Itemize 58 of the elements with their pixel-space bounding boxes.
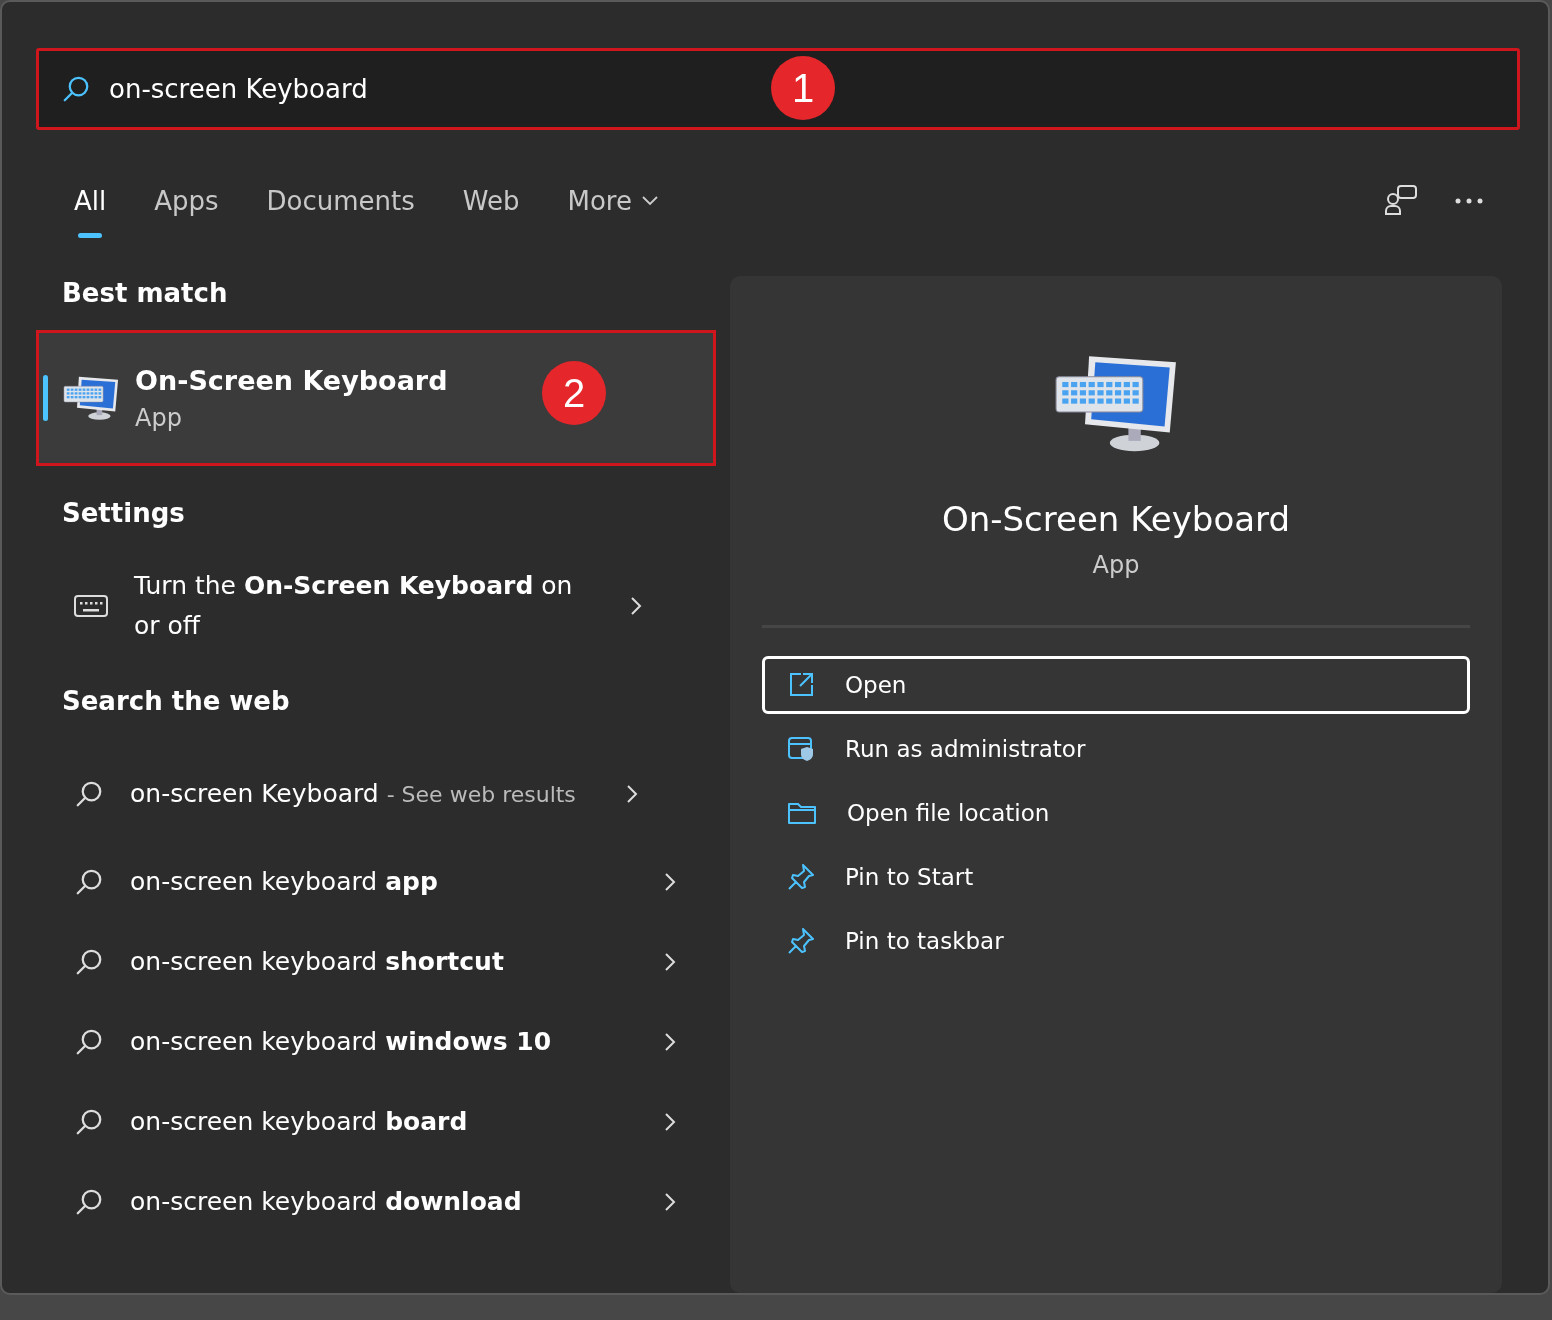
chevron-right-icon (664, 872, 676, 892)
chevron-right-icon (664, 952, 676, 972)
search-icon (74, 867, 104, 897)
search-icon (74, 779, 104, 809)
chevron-right-icon (664, 1112, 676, 1132)
action-item[interactable]: Open file location (762, 784, 1470, 843)
chevron-right-icon (664, 1192, 676, 1212)
best-match-item[interactable]: On-Screen Keyboard App 2 (36, 330, 716, 466)
web-result[interactable]: on-screen Keyboard - See web results (36, 746, 716, 842)
search-icon (61, 74, 91, 104)
action-item[interactable]: Run as administrator (762, 720, 1470, 779)
search-icon (74, 1107, 104, 1137)
result-text: on-screen Keyboard - See web results (130, 777, 577, 810)
filter-tab[interactable]: More (567, 178, 658, 238)
action-item[interactable]: Open (762, 656, 1470, 715)
result-text: on-screen keyboard app (130, 866, 439, 898)
result-text: Turn the On-Screen Keyboard on or off (134, 570, 574, 642)
web-result[interactable]: on-screen keyboard board (36, 1082, 716, 1162)
chat-bubbles-icon[interactable] (1384, 184, 1418, 218)
result-text: on-screen keyboard board (130, 1106, 469, 1138)
result-text: on-screen keyboard download (130, 1186, 523, 1218)
pin-icon (787, 927, 815, 956)
result-text: on-screen keyboard shortcut (130, 946, 505, 978)
step-number-badge: 2 (542, 361, 606, 425)
settings-result[interactable]: Turn the On-Screen Keyboard on or off (36, 558, 716, 654)
web-result[interactable]: on-screen keyboard download (36, 1162, 716, 1242)
filter-tab[interactable]: Documents (266, 178, 415, 238)
chevron-right-icon (630, 596, 642, 616)
more-options-icon[interactable] (1454, 197, 1484, 205)
web-result[interactable]: on-screen keyboard app (36, 842, 716, 922)
section-heading: Best match (62, 278, 229, 310)
keyboard-monitor-icon (63, 374, 119, 422)
keyboard-icon (74, 594, 108, 618)
action-item[interactable]: Pin to Start (762, 848, 1470, 907)
section-heading: Search the web (62, 686, 291, 718)
chevron-down-icon (642, 196, 658, 206)
shield-window-icon (787, 735, 815, 764)
app-title: On-Screen Keyboard (941, 499, 1291, 540)
search-icon (74, 1027, 104, 1057)
search-icon (74, 1187, 104, 1217)
web-result[interactable]: on-screen keyboard windows 10 (36, 1002, 716, 1082)
section-heading: Settings (62, 498, 186, 530)
app-title: On-Screen Keyboard (135, 364, 448, 396)
search-input[interactable]: on-screen Keyboard (109, 74, 709, 104)
web-result[interactable]: on-screen keyboard shortcut (36, 922, 716, 1002)
chevron-right-icon (664, 1032, 676, 1052)
step-number-badge: 1 (771, 56, 835, 120)
search-field[interactable]: on-screen Keyboard 1 (36, 48, 1520, 130)
app-type: App (1092, 551, 1140, 580)
result-text: on-screen keyboard windows 10 (130, 1026, 553, 1058)
search-icon (74, 947, 104, 977)
action-item[interactable]: Pin to taskbar (762, 912, 1470, 971)
filter-tab[interactable]: Apps (154, 178, 219, 238)
pin-icon (787, 863, 815, 892)
chevron-right-icon (626, 784, 638, 804)
app-type: App (135, 403, 183, 432)
filter-tab[interactable]: Web (462, 178, 520, 238)
filter-tab[interactable]: All (74, 178, 107, 238)
